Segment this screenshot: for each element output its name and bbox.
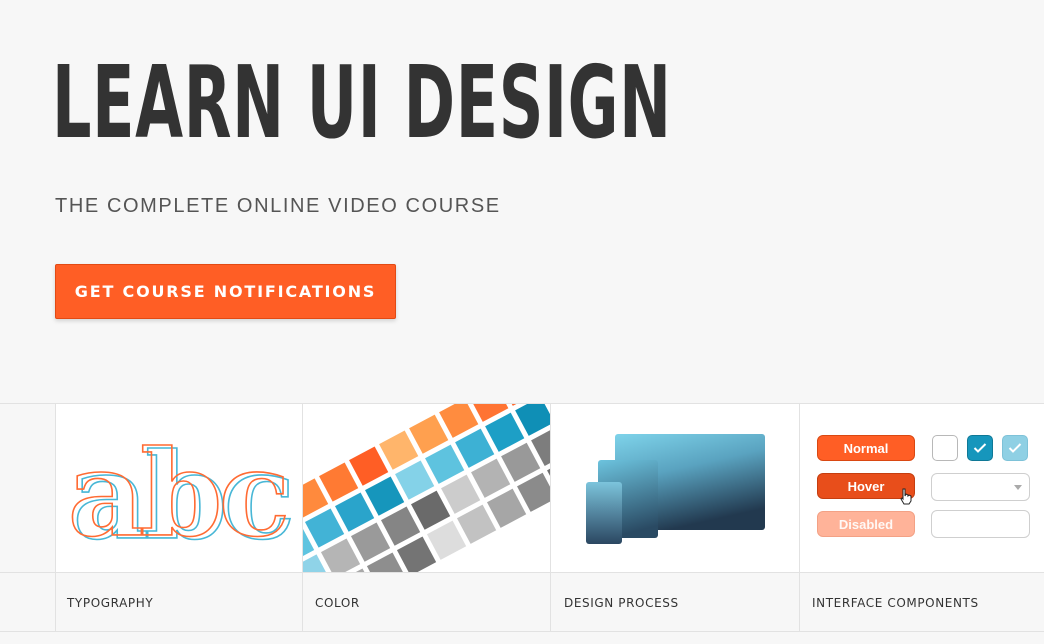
sample-checkbox-disabled-checked: [1002, 435, 1028, 461]
sample-select-dropdown[interactable]: [931, 473, 1030, 501]
typography-illustration: abc abc: [67, 423, 296, 567]
color-swatch-illustration: [303, 404, 550, 572]
swatch: [456, 504, 497, 544]
sample-checkbox-unchecked[interactable]: [932, 435, 958, 461]
swatch: [441, 474, 481, 514]
typography-card[interactable]: abc abc: [56, 404, 302, 572]
swatch: [426, 520, 467, 560]
swatch: [425, 444, 465, 484]
devices-illustration: [586, 434, 765, 544]
swatch: [411, 490, 451, 530]
module-label-color[interactable]: COLOR: [315, 596, 360, 610]
swatch: [487, 488, 527, 528]
swatch: [379, 430, 419, 470]
interface-components-card[interactable]: Normal Hover Disabled: [800, 404, 1044, 572]
swatch: [471, 458, 511, 498]
grid-divider: [0, 572, 1044, 573]
swatch: [319, 462, 359, 502]
sample-text-input[interactable]: [931, 510, 1030, 538]
chevron-down-icon: [1014, 485, 1022, 490]
swatch: [501, 442, 541, 482]
grid-divider: [0, 631, 1044, 632]
swatch: [409, 414, 449, 454]
swatch: [455, 428, 495, 468]
swatch: [320, 538, 361, 572]
check-icon: [973, 443, 987, 453]
module-label-interface-components[interactable]: INTERFACE COMPONENTS: [812, 596, 979, 610]
swatch: [380, 506, 421, 546]
color-card[interactable]: [303, 404, 550, 572]
sample-disabled-button: Disabled: [817, 511, 915, 537]
design-process-card[interactable]: [551, 404, 799, 572]
phone-device: [586, 482, 622, 544]
check-icon: [1008, 443, 1022, 453]
swatch: [485, 412, 525, 452]
sample-normal-button[interactable]: Normal: [817, 435, 915, 461]
page-title: LEARN UI DESIGN: [52, 44, 672, 161]
swatch: [335, 492, 375, 532]
swatch: [304, 508, 345, 548]
swatch: [365, 476, 405, 516]
hand-cursor-icon: [900, 488, 912, 505]
sample-checkbox-checked[interactable]: [967, 435, 993, 461]
swatch: [396, 536, 437, 572]
page-subtitle: THE COMPLETE ONLINE VIDEO COURSE: [55, 195, 501, 217]
swatch: [439, 404, 479, 438]
module-label-design-process[interactable]: DESIGN PROCESS: [564, 596, 679, 610]
swatch: [395, 460, 435, 500]
swatch: [349, 446, 389, 486]
module-label-typography[interactable]: TYPOGRAPHY: [67, 596, 153, 610]
abc-outline-orange: abc: [68, 424, 287, 563]
get-course-notifications-button[interactable]: GET COURSE NOTIFICATIONS: [55, 264, 396, 319]
swatch: [350, 522, 391, 562]
swatch: [517, 472, 550, 512]
